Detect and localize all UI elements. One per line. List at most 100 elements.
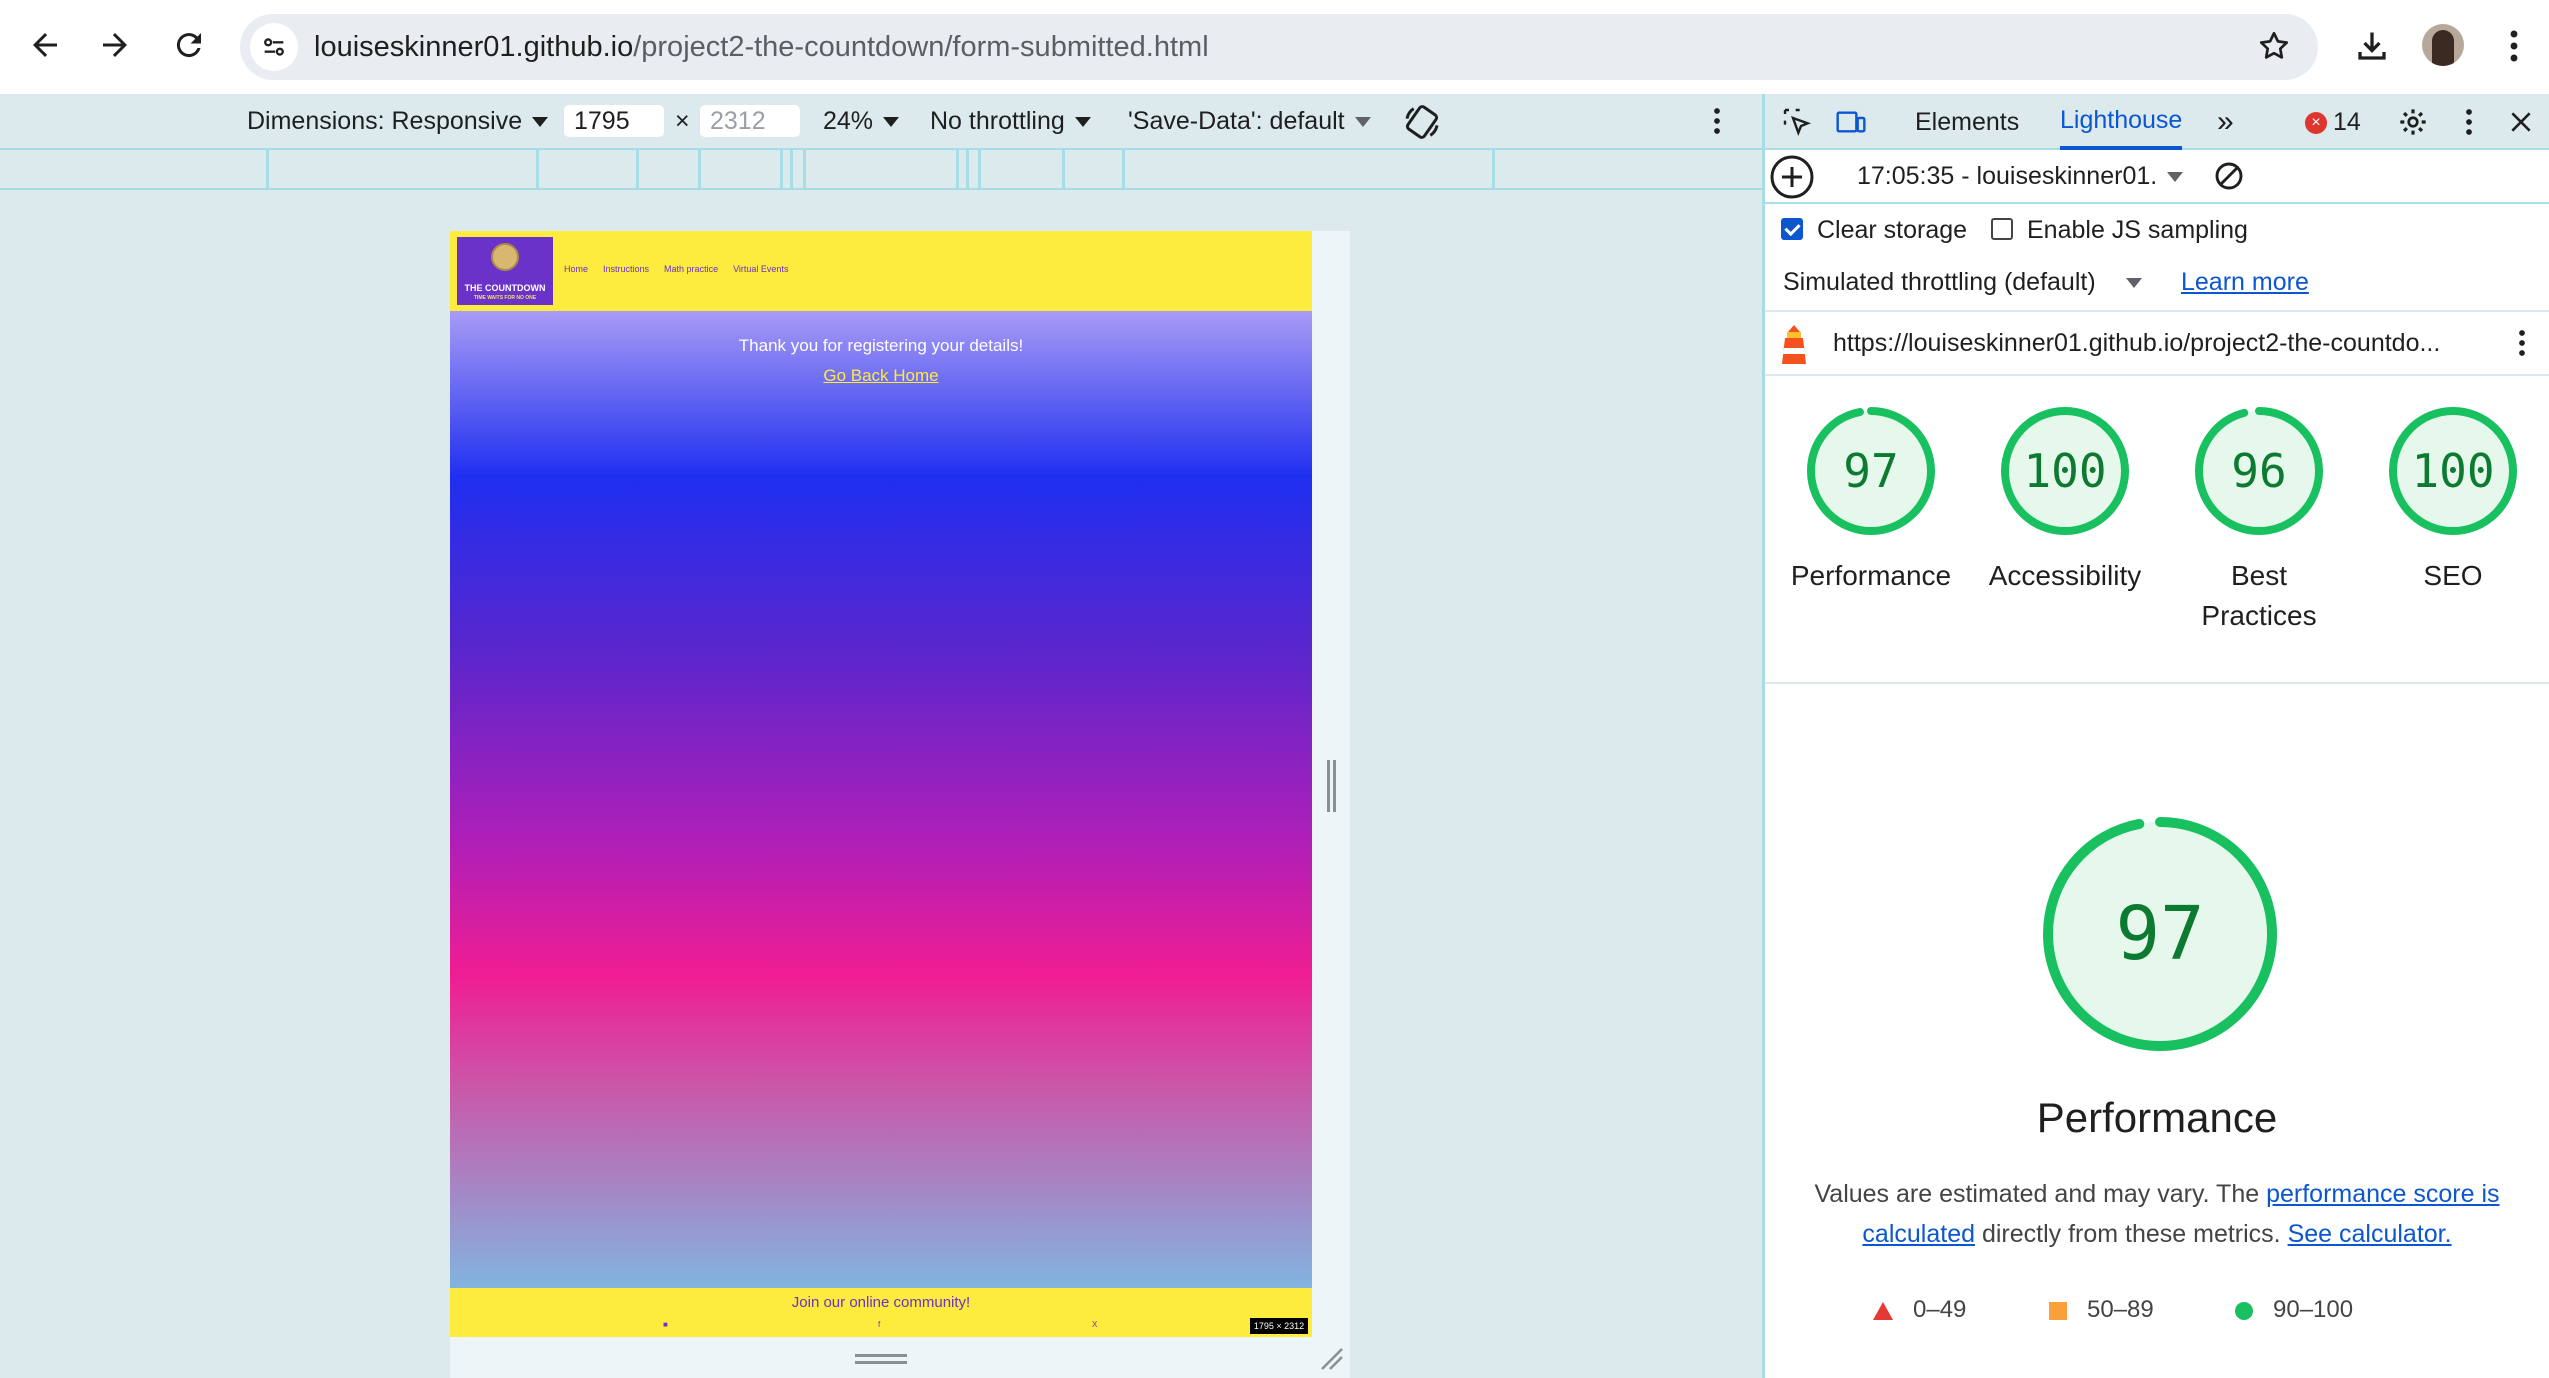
report-url-row: https://louiseskinner01.github.io/projec… xyxy=(1765,310,2549,376)
site-main: Thank you for registering your details! … xyxy=(450,311,1312,1288)
logo-tagline: TIME WAITS FOR NO ONE xyxy=(473,295,537,301)
section-divider xyxy=(1765,682,2549,684)
gauge-performance[interactable]: 97 Performance xyxy=(1771,384,1971,596)
resize-handle-bottom[interactable] xyxy=(855,1354,907,1364)
error-counter[interactable]: × 14 xyxy=(2305,94,2361,150)
site-header: THE COUNTDOWN TIME WAITS FOR NO ONE Home… xyxy=(450,231,1312,311)
tab-elements[interactable]: Elements xyxy=(1915,94,2019,150)
reload-icon xyxy=(176,33,201,58)
browser-menu-kebab-icon[interactable] xyxy=(2490,22,2538,70)
resize-handle-right[interactable] xyxy=(1327,760,1336,812)
js-sampling-checkbox[interactable] xyxy=(1991,218,2013,240)
report-menu-kebab-icon[interactable] xyxy=(2517,328,2527,365)
media-query-ruler[interactable] xyxy=(0,148,1762,190)
gauge-seo[interactable]: 100 SEO xyxy=(2353,384,2549,596)
gauge-ring: 100 xyxy=(2388,406,2518,536)
gauge-ring: 96 xyxy=(2194,406,2324,536)
performance-big-gauge: 97 xyxy=(2040,814,2280,1054)
throttling-row: Simulated throttling (default) Learn mor… xyxy=(1765,256,2549,308)
device-toolbar: Dimensions: Responsive 1795 × 2312 24% N… xyxy=(0,94,1762,148)
instagram-icon[interactable]: ■ xyxy=(663,1320,668,1329)
site-nav: Home Instructions Math practice Virtual … xyxy=(564,264,788,274)
height-input[interactable]: 2312 xyxy=(700,105,800,137)
report-select[interactable]: 17:05:35 - louiseskinner01. xyxy=(1857,150,2184,202)
nav-home[interactable]: Home xyxy=(564,264,588,274)
forward-arrow-icon xyxy=(103,33,127,57)
download-icon[interactable] xyxy=(2348,22,2396,70)
more-tabs-icon[interactable]: » xyxy=(2217,94,2234,150)
new-report-plus-icon[interactable] xyxy=(1769,154,1815,200)
devtools-tabbar: Elements Lighthouse » × 14 xyxy=(1765,94,2549,150)
tab-lighthouse[interactable]: Lighthouse xyxy=(2060,94,2183,150)
address-bar[interactable]: louiseskinner01.github.io/project2-the-c… xyxy=(240,14,2318,80)
logo-title: THE COUNTDOWN xyxy=(464,283,546,293)
back-arrow-icon xyxy=(33,33,57,57)
nav-math-practice[interactable]: Math practice xyxy=(664,264,718,274)
zoom-dropdown[interactable]: 24% xyxy=(823,94,900,148)
score-label: Performance xyxy=(1790,560,1952,591)
back-button[interactable] xyxy=(22,22,68,68)
error-icon: × xyxy=(2305,112,2327,135)
lighthouse-logo-icon xyxy=(1779,322,1809,373)
legend-pass: 90–100 xyxy=(2235,1290,2353,1330)
fail-triangle-icon xyxy=(1873,1301,1893,1320)
score-label: Best Practices xyxy=(2201,560,2317,631)
big-score-value: 97 xyxy=(2115,891,2205,977)
dimensions-dropdown[interactable]: Dimensions: Responsive xyxy=(247,94,549,148)
legend-fail: 0–49 xyxy=(1873,1290,1966,1330)
rotate-icon[interactable] xyxy=(1402,102,1442,149)
throttling-select[interactable]: Simulated throttling (default) xyxy=(1783,256,2142,308)
devtools-panel: Elements Lighthouse » × 14 17:05:35 - lou… xyxy=(1765,94,2549,1378)
reload-button[interactable] xyxy=(166,22,212,68)
site-logo[interactable]: THE COUNTDOWN TIME WAITS FOR NO ONE xyxy=(457,237,553,305)
nav-instructions[interactable]: Instructions xyxy=(603,264,649,274)
throttling-dropdown[interactable]: No throttling xyxy=(930,94,1091,148)
legend-average: 50–89 xyxy=(2049,1290,2154,1330)
viewport-size-badge: 1795 × 2312 xyxy=(1250,1318,1308,1334)
report-url[interactable]: https://louiseskinner01.github.io/projec… xyxy=(1833,312,2440,374)
options-row: Clear storage Enable JS sampling xyxy=(1765,204,2549,256)
close-devtools-icon[interactable] xyxy=(2503,104,2539,140)
inspect-element-icon[interactable] xyxy=(1779,104,1815,140)
device-toolbar-more-icon[interactable] xyxy=(1712,106,1722,143)
gauge-accessibility[interactable]: 100 Accessibility xyxy=(1965,384,2165,596)
score-label: Accessibility xyxy=(1988,560,2142,591)
gauge-best-practices[interactable]: 96 Best Practices xyxy=(2159,384,2359,636)
clear-storage-checkbox[interactable] xyxy=(1781,218,1803,240)
score-value: 97 xyxy=(1843,444,1899,498)
dimension-separator: × xyxy=(675,107,690,135)
go-back-home-link[interactable]: Go Back Home xyxy=(450,366,1312,386)
facebook-icon[interactable]: f xyxy=(878,1320,880,1329)
score-value: 96 xyxy=(2231,444,2287,498)
settings-gear-icon[interactable] xyxy=(2395,104,2431,140)
score-value: 100 xyxy=(2023,444,2107,498)
bookmark-star-icon[interactable] xyxy=(2256,28,2292,69)
js-sampling-label: Enable JS sampling xyxy=(2027,216,2248,244)
devtools-menu-kebab-icon[interactable] xyxy=(2451,104,2487,140)
nav-virtual-events[interactable]: Virtual Events xyxy=(733,264,788,274)
score-legend: 0–49 50–89 90–100 xyxy=(1765,1290,2549,1330)
save-data-dropdown[interactable]: 'Save-Data': default xyxy=(1128,94,1371,148)
profile-avatar[interactable] xyxy=(2422,24,2464,66)
site-settings-icon[interactable] xyxy=(250,23,298,71)
width-input[interactable]: 1795 xyxy=(564,105,664,137)
score-description: Values are estimated and may vary. The p… xyxy=(1814,1180,2500,1248)
score-label: SEO xyxy=(2423,560,2483,591)
x-icon[interactable]: X xyxy=(1092,1320,1097,1329)
resize-corner-icon[interactable] xyxy=(1318,1345,1344,1371)
gauge-ring: 100 xyxy=(2000,406,2130,536)
see-calculator-link[interactable]: See calculator. xyxy=(2288,1220,2452,1248)
device-toggle-icon[interactable] xyxy=(1833,104,1869,140)
browser-toolbar: louiseskinner01.github.io/project2-the-c… xyxy=(0,0,2549,94)
learn-more-link[interactable]: Learn more xyxy=(2181,256,2309,308)
pass-circle-icon xyxy=(2235,1301,2253,1320)
emulated-viewport: THE COUNTDOWN TIME WAITS FOR NO ONE Home… xyxy=(450,231,1312,1337)
clear-storage-label: Clear storage xyxy=(1817,216,1968,244)
thank-you-message: Thank you for registering your details! xyxy=(738,336,1024,355)
lighthouse-toolbar: 17:05:35 - louiseskinner01. xyxy=(1765,150,2549,204)
average-square-icon xyxy=(2049,1301,2067,1320)
gauge-ring: 97 xyxy=(1806,406,1936,536)
clear-reports-icon[interactable] xyxy=(2211,158,2247,194)
forward-button[interactable] xyxy=(92,22,138,68)
footer-join-text: Join our online community! xyxy=(791,1294,971,1311)
